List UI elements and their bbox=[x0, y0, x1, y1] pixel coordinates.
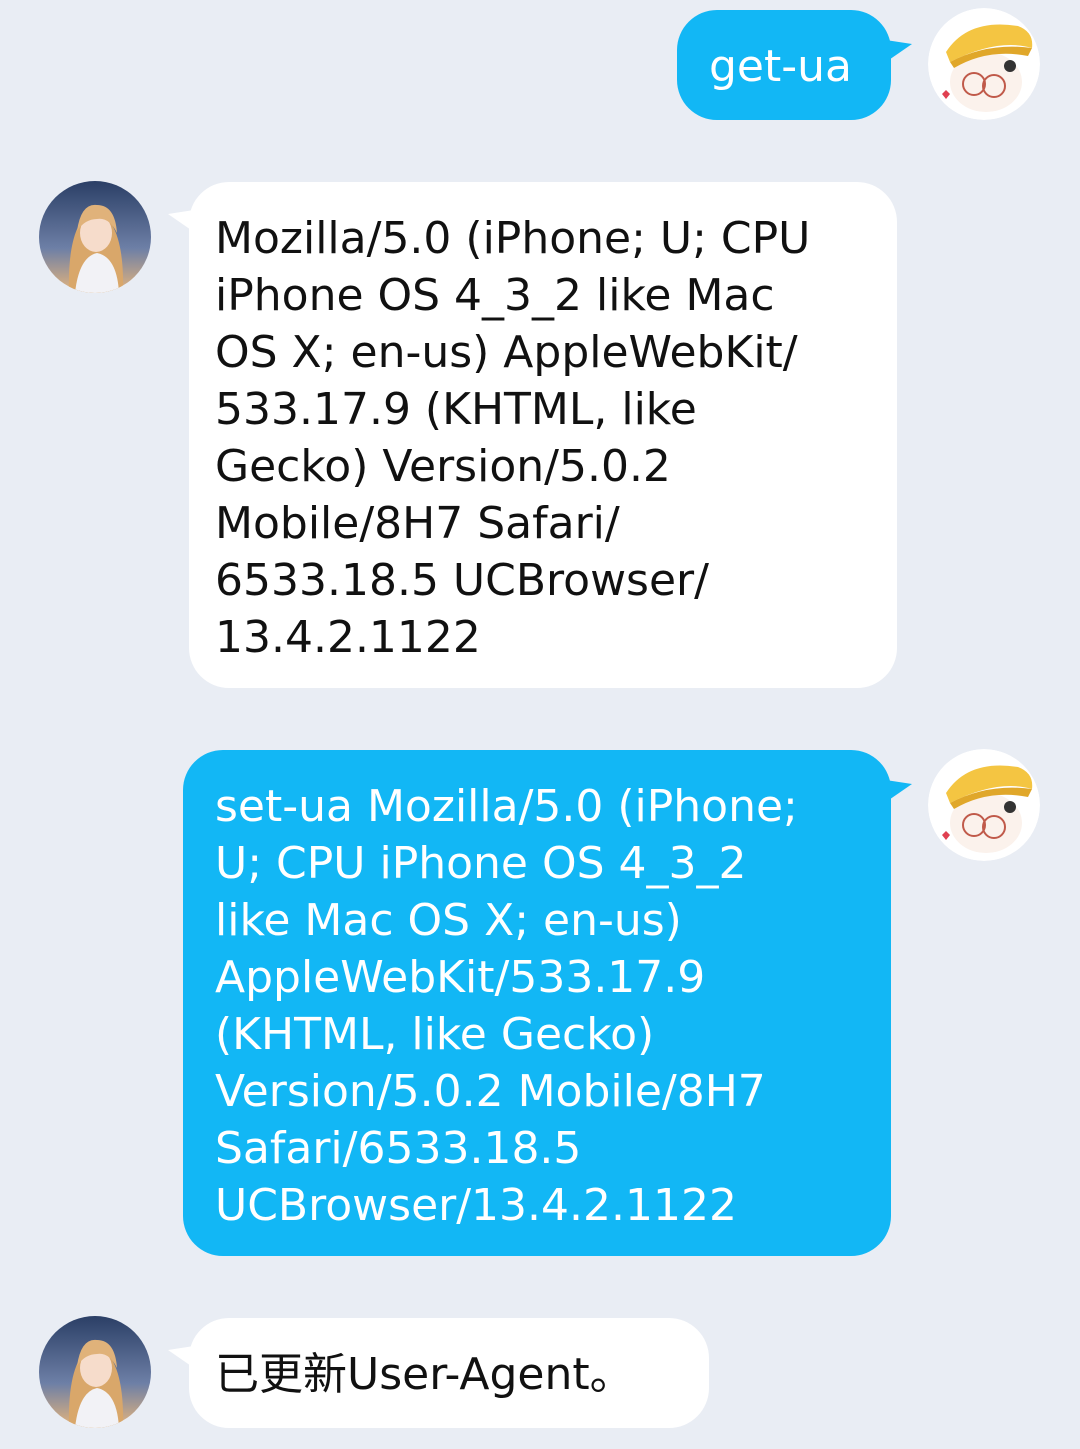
sent-message-bubble[interactable]: get-ua bbox=[677, 10, 891, 120]
message-text: get-ua bbox=[709, 41, 852, 92]
user-avatar-icon[interactable] bbox=[928, 8, 1040, 120]
message-text: set-ua Mozilla/5.0 (iPhone; U; CPU iPhon… bbox=[215, 781, 798, 1231]
sent-message-bubble[interactable]: set-ua Mozilla/5.0 (iPhone; U; CPU iPhon… bbox=[183, 750, 891, 1256]
received-message-bubble[interactable]: 已更新User-Agent。 bbox=[189, 1318, 709, 1428]
bot-avatar-icon[interactable] bbox=[39, 1316, 151, 1428]
bubble-tail bbox=[886, 40, 912, 62]
message-text: 已更新User-Agent。 bbox=[215, 1349, 634, 1400]
received-message-bubble[interactable]: Mozilla/5.0 (iPhone; U; CPU iPhone OS 4_… bbox=[189, 182, 897, 688]
message-text: Mozilla/5.0 (iPhone; U; CPU iPhone OS 4_… bbox=[215, 213, 811, 663]
bot-avatar-icon[interactable] bbox=[39, 181, 151, 293]
user-avatar-icon[interactable] bbox=[928, 749, 1040, 861]
bubble-tail bbox=[886, 780, 912, 802]
